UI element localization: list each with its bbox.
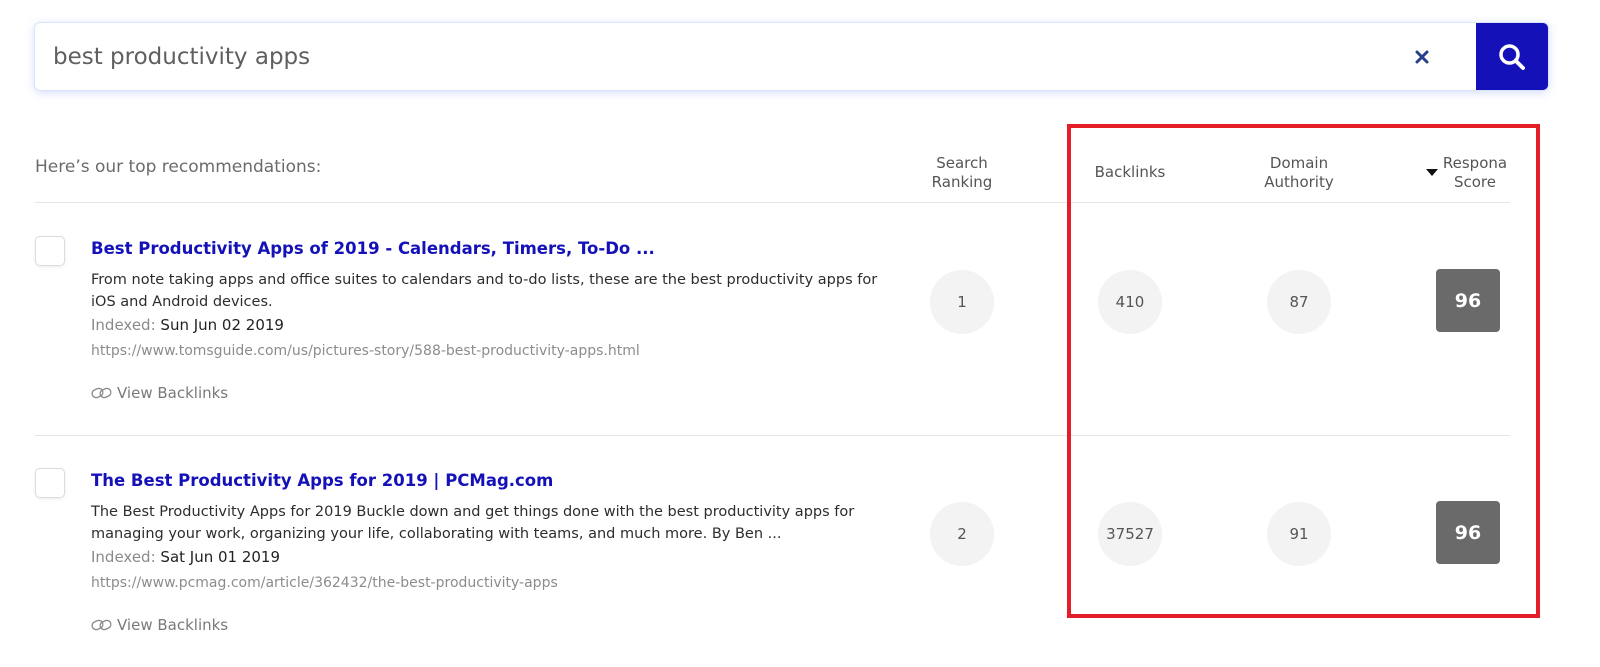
indexed-date: Indexed: Sun Jun 02 2019 (91, 316, 284, 334)
search-input[interactable] (53, 23, 1353, 90)
recommendations-heading: Here’s our top recommendations: (35, 157, 322, 177)
close-icon (1415, 50, 1429, 64)
link-icon (91, 619, 112, 631)
indexed-label: Indexed: (91, 548, 156, 566)
search-ranking-value: 2 (930, 502, 994, 566)
backlinks-value: 37527 (1098, 502, 1162, 566)
indexed-date-value: Sat Jun 01 2019 (160, 548, 281, 566)
domain-authority-value: 91 (1267, 502, 1331, 566)
search-bar (35, 23, 1548, 90)
respona-score-badge: 96 (1436, 269, 1500, 332)
indexed-date-value: Sun Jun 02 2019 (160, 316, 284, 334)
indexed-date: Indexed: Sat Jun 01 2019 (91, 548, 280, 566)
result-row: Best Productivity Apps of 2019 - Calenda… (0, 203, 1600, 435)
respona-score-badge: 96 (1436, 501, 1500, 564)
sort-descending-icon[interactable] (1426, 169, 1438, 176)
result-title-link[interactable]: Best Productivity Apps of 2019 - Calenda… (91, 239, 655, 258)
view-backlinks-label: View Backlinks (117, 384, 229, 402)
column-header-backlinks[interactable]: Backlinks (1085, 163, 1175, 182)
result-row: The Best Productivity Apps for 2019 | PC… (0, 435, 1600, 667)
view-backlinks-label: View Backlinks (117, 616, 229, 634)
search-button[interactable] (1476, 23, 1548, 90)
search-icon (1499, 43, 1525, 70)
column-header-respona-score[interactable]: Respona Score (1440, 154, 1510, 192)
indexed-label: Indexed: (91, 316, 156, 334)
column-header-domain-authority[interactable]: Domain Authority (1249, 154, 1349, 192)
clear-search-button[interactable] (1406, 41, 1438, 73)
view-backlinks-link[interactable]: View Backlinks (91, 616, 228, 634)
result-snippet: The Best Productivity Apps for 2019 Buck… (91, 504, 855, 542)
result-snippet: From note taking apps and office suites … (91, 272, 878, 310)
view-backlinks-link[interactable]: View Backlinks (91, 384, 228, 402)
result-url[interactable]: https://www.tomsguide.com/us/pictures-st… (91, 343, 640, 359)
column-header-search-ranking[interactable]: Search Ranking (922, 154, 1002, 192)
result-title-link[interactable]: The Best Productivity Apps for 2019 | PC… (91, 471, 553, 490)
result-checkbox[interactable] (35, 468, 65, 498)
backlinks-value: 410 (1098, 270, 1162, 334)
result-url[interactable]: https://www.pcmag.com/article/362432/the… (91, 575, 558, 591)
domain-authority-value: 87 (1267, 270, 1331, 334)
link-icon (91, 387, 112, 399)
search-ranking-value: 1 (930, 270, 994, 334)
result-checkbox[interactable] (35, 236, 65, 266)
